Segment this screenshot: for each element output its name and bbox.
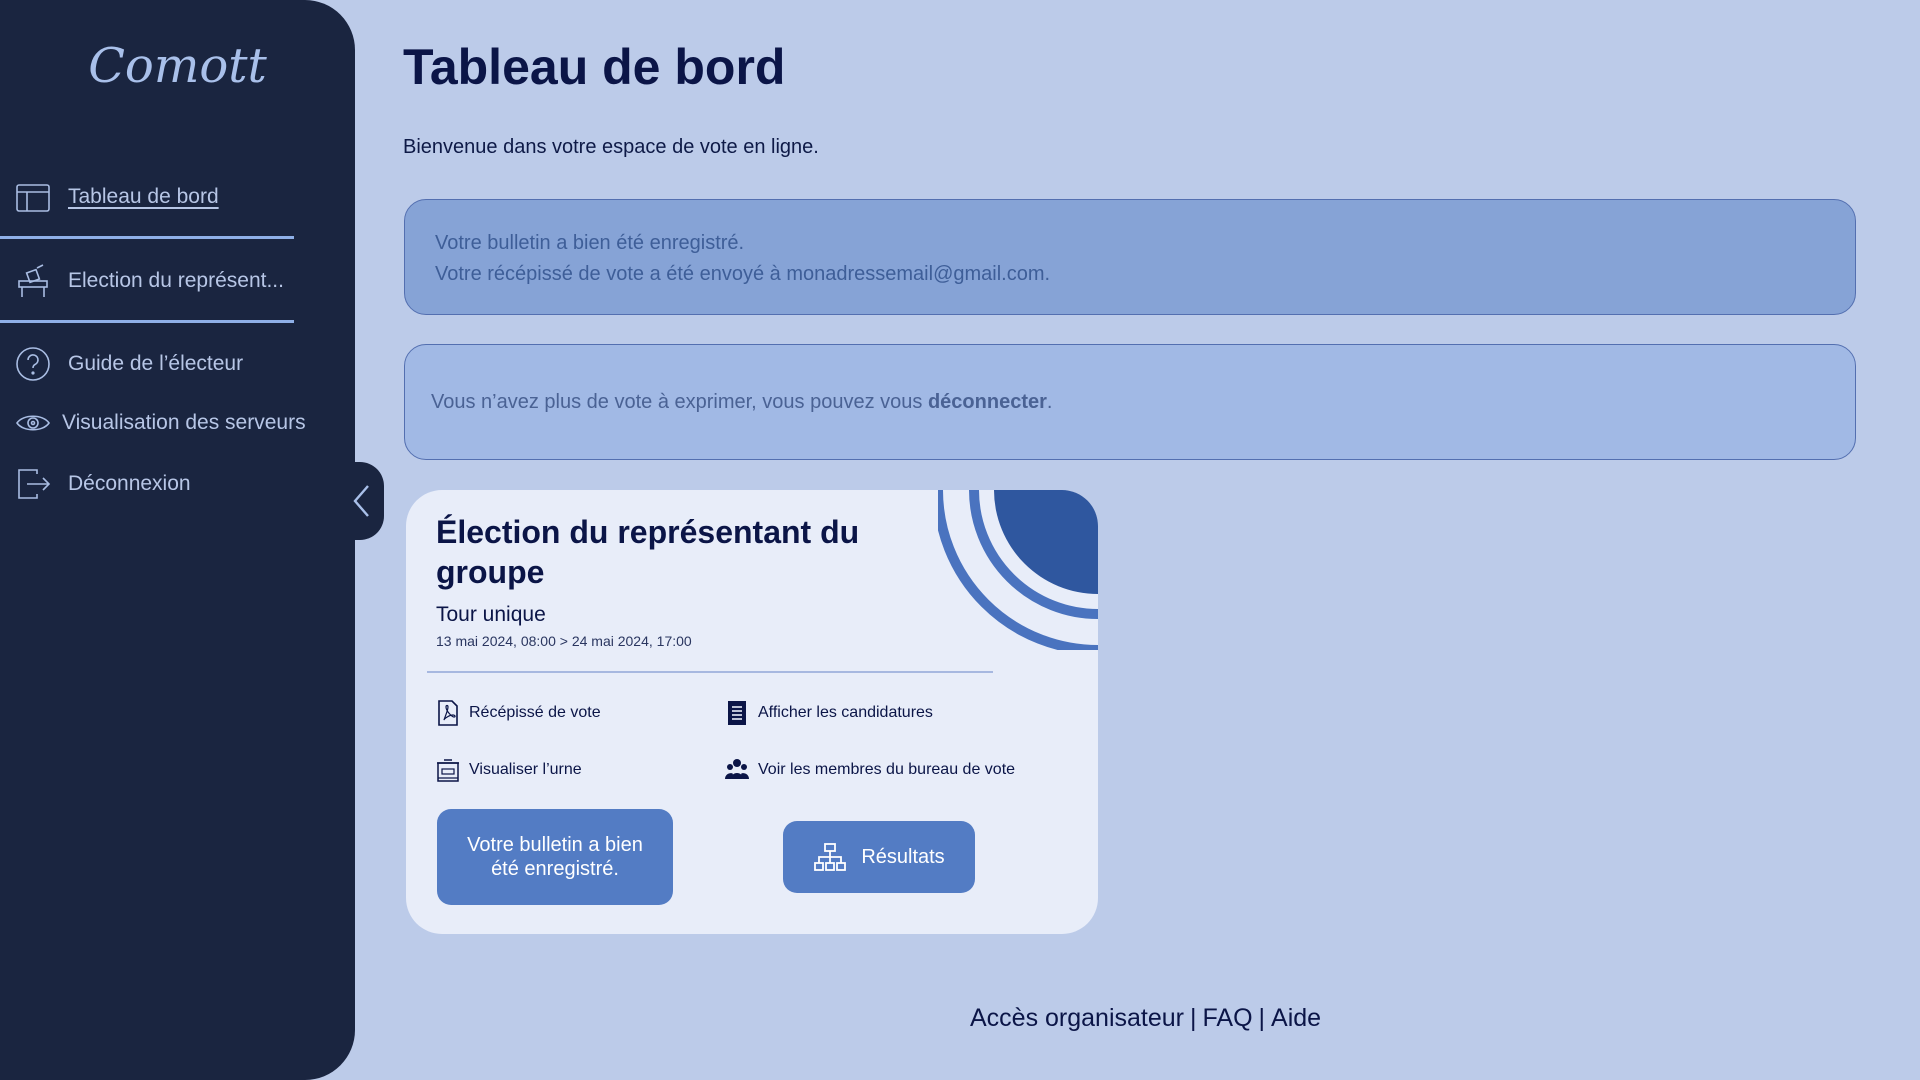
candidates-label: Afficher les candidatures: [758, 704, 933, 721]
logout-icon: [14, 465, 52, 503]
ballot-urn-icon: [435, 756, 461, 784]
sidebar-item-label: Guide de l’électeur: [68, 352, 244, 375]
info-alert: Vous n’avez plus de vote à exprimer, vou…: [404, 344, 1856, 460]
page-subtitle: Bienvenue dans votre espace de vote en l…: [403, 136, 819, 158]
footer: Accès organisateur | FAQ | Aide: [970, 1004, 1321, 1033]
sidebar-item-election[interactable]: Election du représent...: [0, 251, 320, 311]
help-link[interactable]: Aide: [1271, 1004, 1321, 1032]
election-card: Élection du représentant du groupe Tour …: [406, 490, 1098, 934]
sidebar-item-guide[interactable]: Guide de l’électeur: [0, 334, 320, 394]
success-alert: Votre bulletin a bien été enregistré. Vo…: [404, 199, 1856, 315]
nav-divider: [0, 236, 294, 239]
layout-icon: [14, 178, 52, 216]
urn-link[interactable]: Visualiser l’urne: [435, 756, 582, 784]
sidebar-item-servers[interactable]: Visualisation des serveurs: [0, 393, 320, 453]
chevron-left-icon: [353, 485, 369, 517]
page-title: Tableau de bord: [403, 39, 786, 95]
sidebar-item-dashboard[interactable]: Tableau de bord: [0, 167, 320, 227]
app-logo[interactable]: Comott: [0, 38, 355, 94]
hierarchy-icon: [814, 843, 847, 871]
receipt-link[interactable]: Récépissé de vote: [435, 699, 601, 727]
info-alert-period: .: [1046, 390, 1053, 413]
faq-link[interactable]: FAQ: [1203, 1004, 1253, 1032]
collapse-sidebar-button[interactable]: [340, 462, 384, 540]
results-button[interactable]: Résultats: [783, 821, 975, 893]
members-link[interactable]: Voir les membres du bureau de vote: [724, 756, 1015, 784]
sidebar-item-logout[interactable]: Déconnexion: [0, 454, 320, 514]
ballot-box-icon: [14, 262, 52, 300]
nav-divider: [0, 320, 294, 323]
success-alert-line-1: Votre bulletin a bien été enregistré.: [435, 232, 745, 254]
sidebar-item-label: Election du représent...: [68, 269, 284, 292]
organizer-access-link[interactable]: Accès organisateur: [970, 1004, 1184, 1032]
sidebar-item-label: Déconnexion: [68, 472, 191, 495]
footer-separator: |: [1258, 1004, 1266, 1032]
decorative-arcs: [938, 490, 1098, 650]
ballot-status-button[interactable]: Votre bulletin a bien été enregistré.: [437, 809, 673, 905]
info-alert-text: Vous n’avez plus de vote à exprimer, vou…: [431, 391, 1052, 414]
sidebar: Comott Tableau de bord Election du repré…: [0, 0, 355, 1080]
members-label: Voir les membres du bureau de vote: [758, 761, 1016, 778]
sidebar-item-label: Tableau de bord: [68, 185, 219, 208]
election-round: Tour unique: [436, 603, 546, 626]
logout-link[interactable]: déconnecter: [928, 391, 1047, 413]
results-label: Résultats: [861, 846, 945, 868]
pdf-file-icon: [435, 699, 461, 727]
help-circle-icon: [14, 345, 52, 383]
sidebar-item-label: Visualisation des serveurs: [62, 411, 306, 434]
election-title: Élection du représentant du groupe: [436, 514, 860, 590]
receipt-label: Récépissé de vote: [469, 704, 601, 721]
urn-label: Visualiser l’urne: [469, 761, 582, 778]
eye-icon: [14, 404, 52, 442]
candidates-link[interactable]: Afficher les candidatures: [724, 699, 933, 727]
info-alert-message: Vous n’avez plus de vote à exprimer, vou…: [431, 390, 928, 413]
card-divider: [427, 671, 993, 673]
success-alert-line-2: Votre récépissé de vote a été envoyé à m…: [435, 263, 1051, 285]
election-dates: 13 mai 2024, 08:00 > 24 mai 2024, 17:00: [436, 633, 692, 649]
users-group-icon: [724, 756, 750, 784]
document-list-icon: [724, 699, 750, 727]
footer-separator: |: [1190, 1004, 1197, 1032]
